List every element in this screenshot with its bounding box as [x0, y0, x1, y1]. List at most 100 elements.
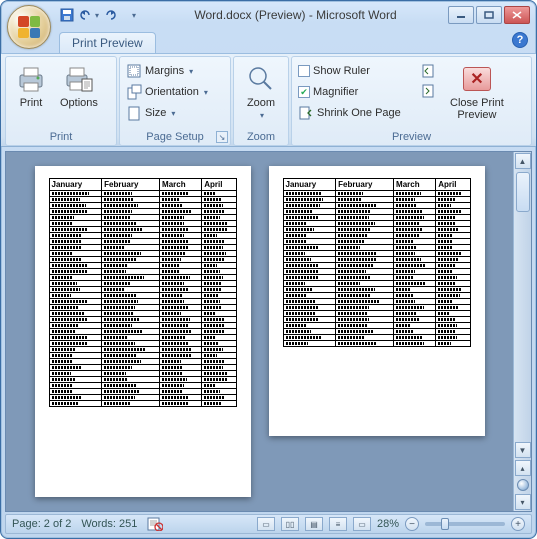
redo-icon: [105, 9, 117, 21]
scroll-thumb[interactable]: [516, 172, 530, 212]
page-prev-icon: [420, 63, 436, 79]
maximize-button[interactable]: [476, 6, 502, 24]
table-cell: [102, 401, 160, 407]
help-icon: ?: [517, 34, 524, 46]
document-pages[interactable]: January February March April January Feb…: [6, 152, 513, 511]
page-setup-dialog-launcher[interactable]: ↘: [216, 131, 228, 143]
status-words[interactable]: Words: 251: [81, 518, 137, 530]
shrink-one-page-button[interactable]: Shrink One Page: [296, 103, 414, 123]
shrink-label: Shrink One Page: [317, 107, 401, 119]
office-button[interactable]: [7, 5, 51, 49]
col-header: April: [202, 179, 236, 191]
dropdown-icon: ▾: [189, 67, 193, 76]
table-page-2: January February March April: [283, 178, 471, 347]
status-bar: Page: 2 of 2 Words: 251 ▭ ▯▯ ▤ ≡ ▭ 28% −…: [5, 514, 532, 534]
magnifier-icon: [245, 63, 277, 95]
qat-redo-button[interactable]: [101, 5, 121, 25]
status-page-text: Page: 2 of 2: [12, 518, 71, 530]
size-icon: [126, 105, 142, 121]
zoom-in-button[interactable]: +: [511, 517, 525, 531]
group-preview: Show Ruler ✔ Magnifier Shrink One Page: [291, 56, 532, 146]
close-line2: Preview: [457, 109, 496, 121]
minimize-button[interactable]: [448, 6, 474, 24]
prev-page-button[interactable]: [418, 61, 438, 81]
table-cell: [49, 401, 102, 407]
size-button[interactable]: Size ▾: [124, 103, 210, 123]
title-bar: ▾ ▾ Word.docx (Preview) - Microsoft Word: [1, 1, 536, 29]
maximize-icon: [484, 11, 494, 19]
status-page[interactable]: Page: 2 of 2: [12, 518, 71, 530]
col-header: April: [436, 179, 470, 191]
help-button[interactable]: ?: [512, 32, 528, 48]
magnifier-checkbox[interactable]: ✔ Magnifier: [296, 82, 414, 102]
page-next-icon: [420, 83, 436, 99]
scroll-up-button[interactable]: ▲: [515, 153, 531, 169]
close-window-button[interactable]: [504, 6, 530, 24]
margins-icon: [126, 63, 142, 79]
view-full-screen-button[interactable]: ▯▯: [281, 517, 299, 531]
zoom-slider-thumb[interactable]: [441, 518, 449, 530]
draft-icon: ▭: [358, 520, 366, 529]
minimize-icon: [456, 11, 466, 19]
show-ruler-checkbox[interactable]: Show Ruler: [296, 61, 414, 81]
next-page-button[interactable]: [418, 81, 438, 101]
qat-save-button[interactable]: [57, 5, 77, 25]
status-proofing[interactable]: [147, 517, 163, 531]
options-label: Options: [60, 97, 98, 109]
office-logo-icon: [18, 16, 40, 38]
col-header: March: [160, 179, 202, 191]
status-words-text: Words: 251: [81, 518, 137, 530]
ribbon: Print Options Print Margins ▾: [1, 53, 536, 147]
view-web-layout-button[interactable]: ▤: [305, 517, 323, 531]
checkbox-checked-icon: ✔: [298, 86, 310, 98]
proofing-icon: [147, 517, 163, 531]
close-print-preview-button[interactable]: ✕ Close PrintPreview: [446, 61, 508, 123]
close-preview-icon: ✕: [463, 67, 491, 91]
ribbon-tabs: Print Preview ?: [1, 29, 536, 53]
view-print-layout-button[interactable]: ▭: [257, 517, 275, 531]
vertical-scrollbar[interactable]: ▲ ▼ ▴ ▾: [513, 152, 531, 511]
page-1: January February March April: [35, 166, 251, 497]
qat-undo-button[interactable]: ▾: [79, 5, 99, 25]
outline-icon: ≡: [336, 520, 341, 529]
web-layout-icon: ▤: [310, 520, 318, 529]
table-page-1: January February March April: [49, 178, 237, 407]
prev-find-button[interactable]: ▴: [515, 460, 531, 476]
col-header: January: [49, 179, 102, 191]
chevron-up-icon: ▲: [519, 157, 527, 166]
zoom-slider[interactable]: [425, 522, 505, 526]
print-button[interactable]: Print: [10, 61, 52, 111]
show-ruler-label: Show Ruler: [313, 65, 370, 77]
options-button[interactable]: Options: [56, 61, 102, 111]
quick-access-toolbar: ▾ ▾: [57, 5, 143, 25]
table-cell: [394, 341, 436, 347]
qat-customize-button[interactable]: ▾: [123, 5, 143, 25]
window-title: Word.docx (Preview) - Microsoft Word: [143, 8, 448, 22]
window-controls: [448, 6, 530, 24]
zoom-button[interactable]: Zoom▾: [240, 61, 282, 124]
orientation-button[interactable]: Orientation ▾: [124, 82, 210, 102]
group-preview-label: Preview: [296, 130, 527, 145]
table-cell: [436, 341, 470, 347]
scroll-down-button[interactable]: ▼: [515, 442, 531, 458]
view-draft-button[interactable]: ▭: [353, 517, 371, 531]
col-header: March: [394, 179, 436, 191]
dropdown-icon: ▾: [95, 11, 99, 20]
size-label: Size: [145, 107, 166, 119]
group-print-label: Print: [10, 130, 112, 145]
app-window: ▾ ▾ Word.docx (Preview) - Microsoft Word…: [0, 0, 537, 539]
orientation-label: Orientation: [145, 86, 199, 98]
tab-print-preview[interactable]: Print Preview: [59, 32, 156, 53]
orientation-icon: [126, 84, 142, 100]
margins-button[interactable]: Margins ▾: [124, 61, 210, 81]
zoom-out-button[interactable]: −: [405, 517, 419, 531]
printer-icon: [15, 63, 47, 95]
next-find-button[interactable]: ▾: [515, 494, 531, 510]
zoom-percent[interactable]: 28%: [377, 518, 399, 530]
save-icon: [60, 8, 74, 22]
group-page-setup-label: Page Setup: [124, 130, 226, 145]
view-outline-button[interactable]: ≡: [329, 517, 347, 531]
group-zoom-label: Zoom: [238, 130, 284, 145]
select-browse-object-button[interactable]: [517, 479, 529, 491]
table-cell: [202, 401, 236, 407]
